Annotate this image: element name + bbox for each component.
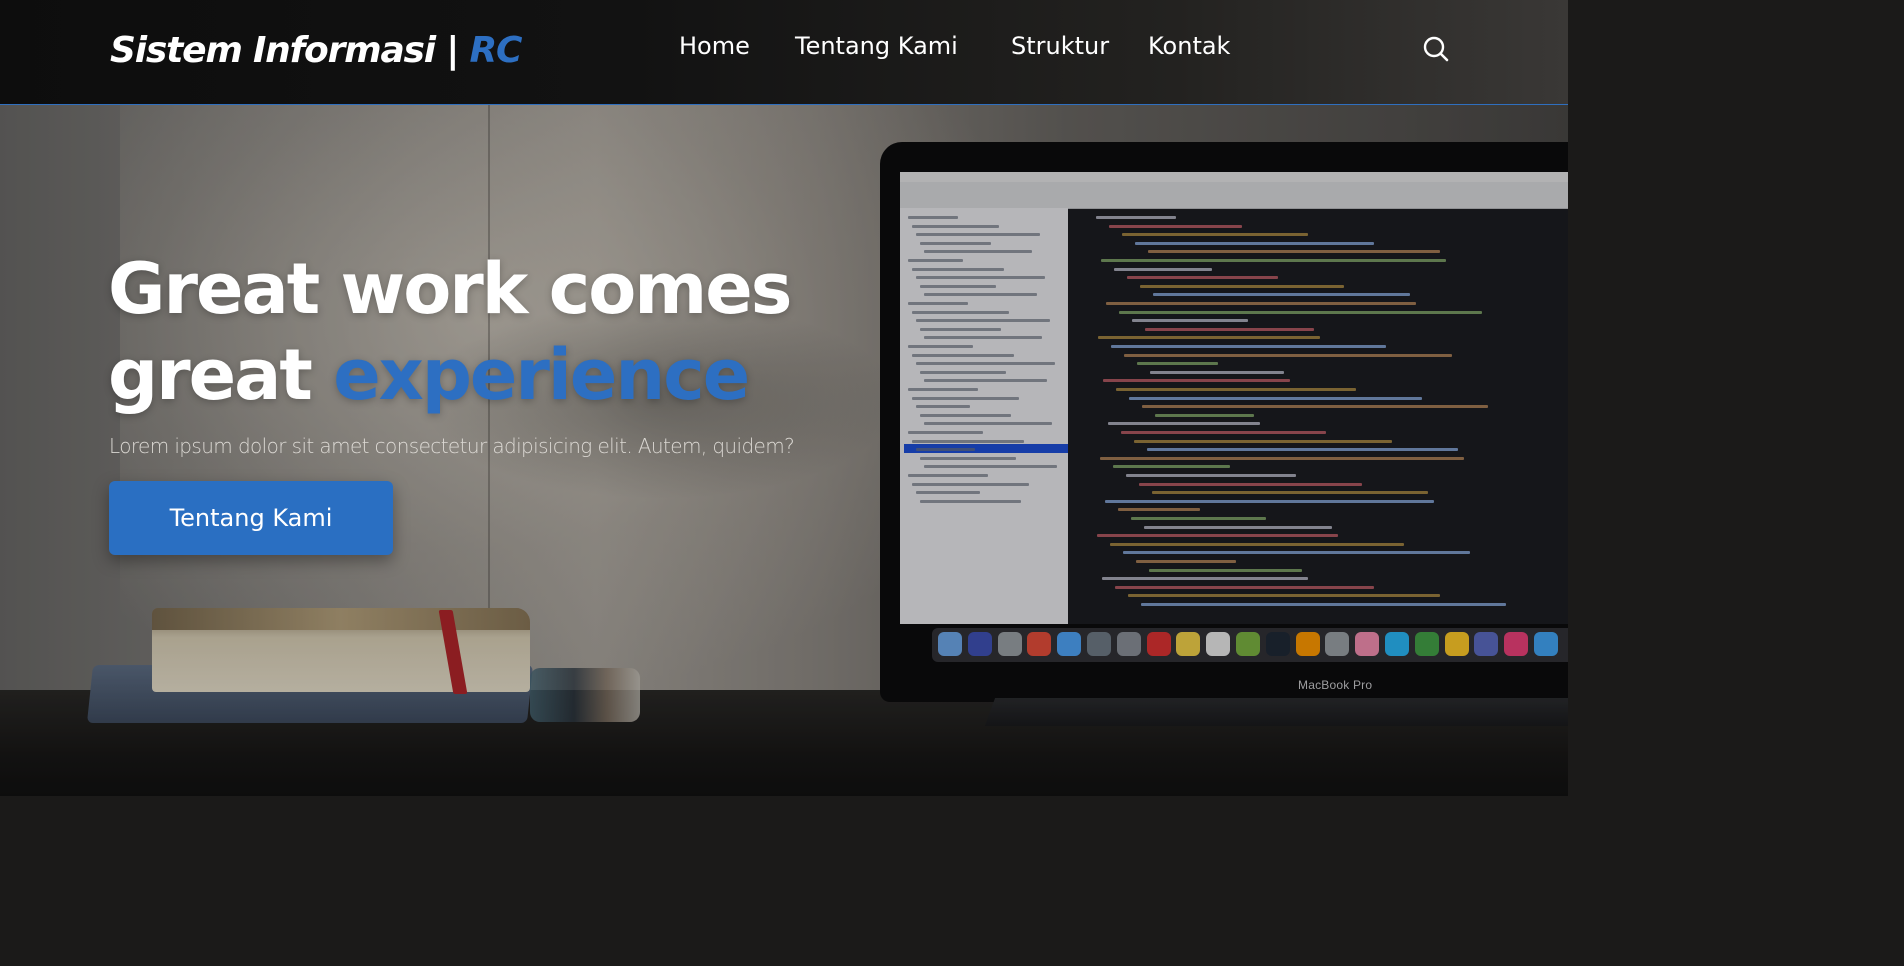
hero-title-line2: great [108, 334, 334, 416]
nav-struktur[interactable]: Struktur [1011, 32, 1109, 60]
tentang-kami-button[interactable]: Tentang Kami [109, 481, 393, 555]
site-header: Sistem Informasi | RC Home Tentang Kami … [0, 0, 1568, 105]
search-button[interactable] [1422, 35, 1450, 63]
hero-title: Great work comes great experience [108, 246, 792, 418]
nav-kontak[interactable]: Kontak [1148, 32, 1230, 60]
site-logo[interactable]: Sistem Informasi | RC [110, 30, 523, 71]
hero-title-line1: Great work comes [108, 248, 792, 330]
nav-home[interactable]: Home [679, 32, 750, 60]
hero-title-accent: experience [333, 334, 750, 416]
logo-text: Sistem Informasi | [110, 30, 470, 71]
search-icon [1423, 36, 1449, 62]
nav-tentang-kami[interactable]: Tentang Kami [795, 32, 958, 60]
hero-subtitle: Lorem ipsum dolor sit amet consectetur a… [109, 434, 795, 458]
logo-accent: RC [469, 30, 523, 71]
